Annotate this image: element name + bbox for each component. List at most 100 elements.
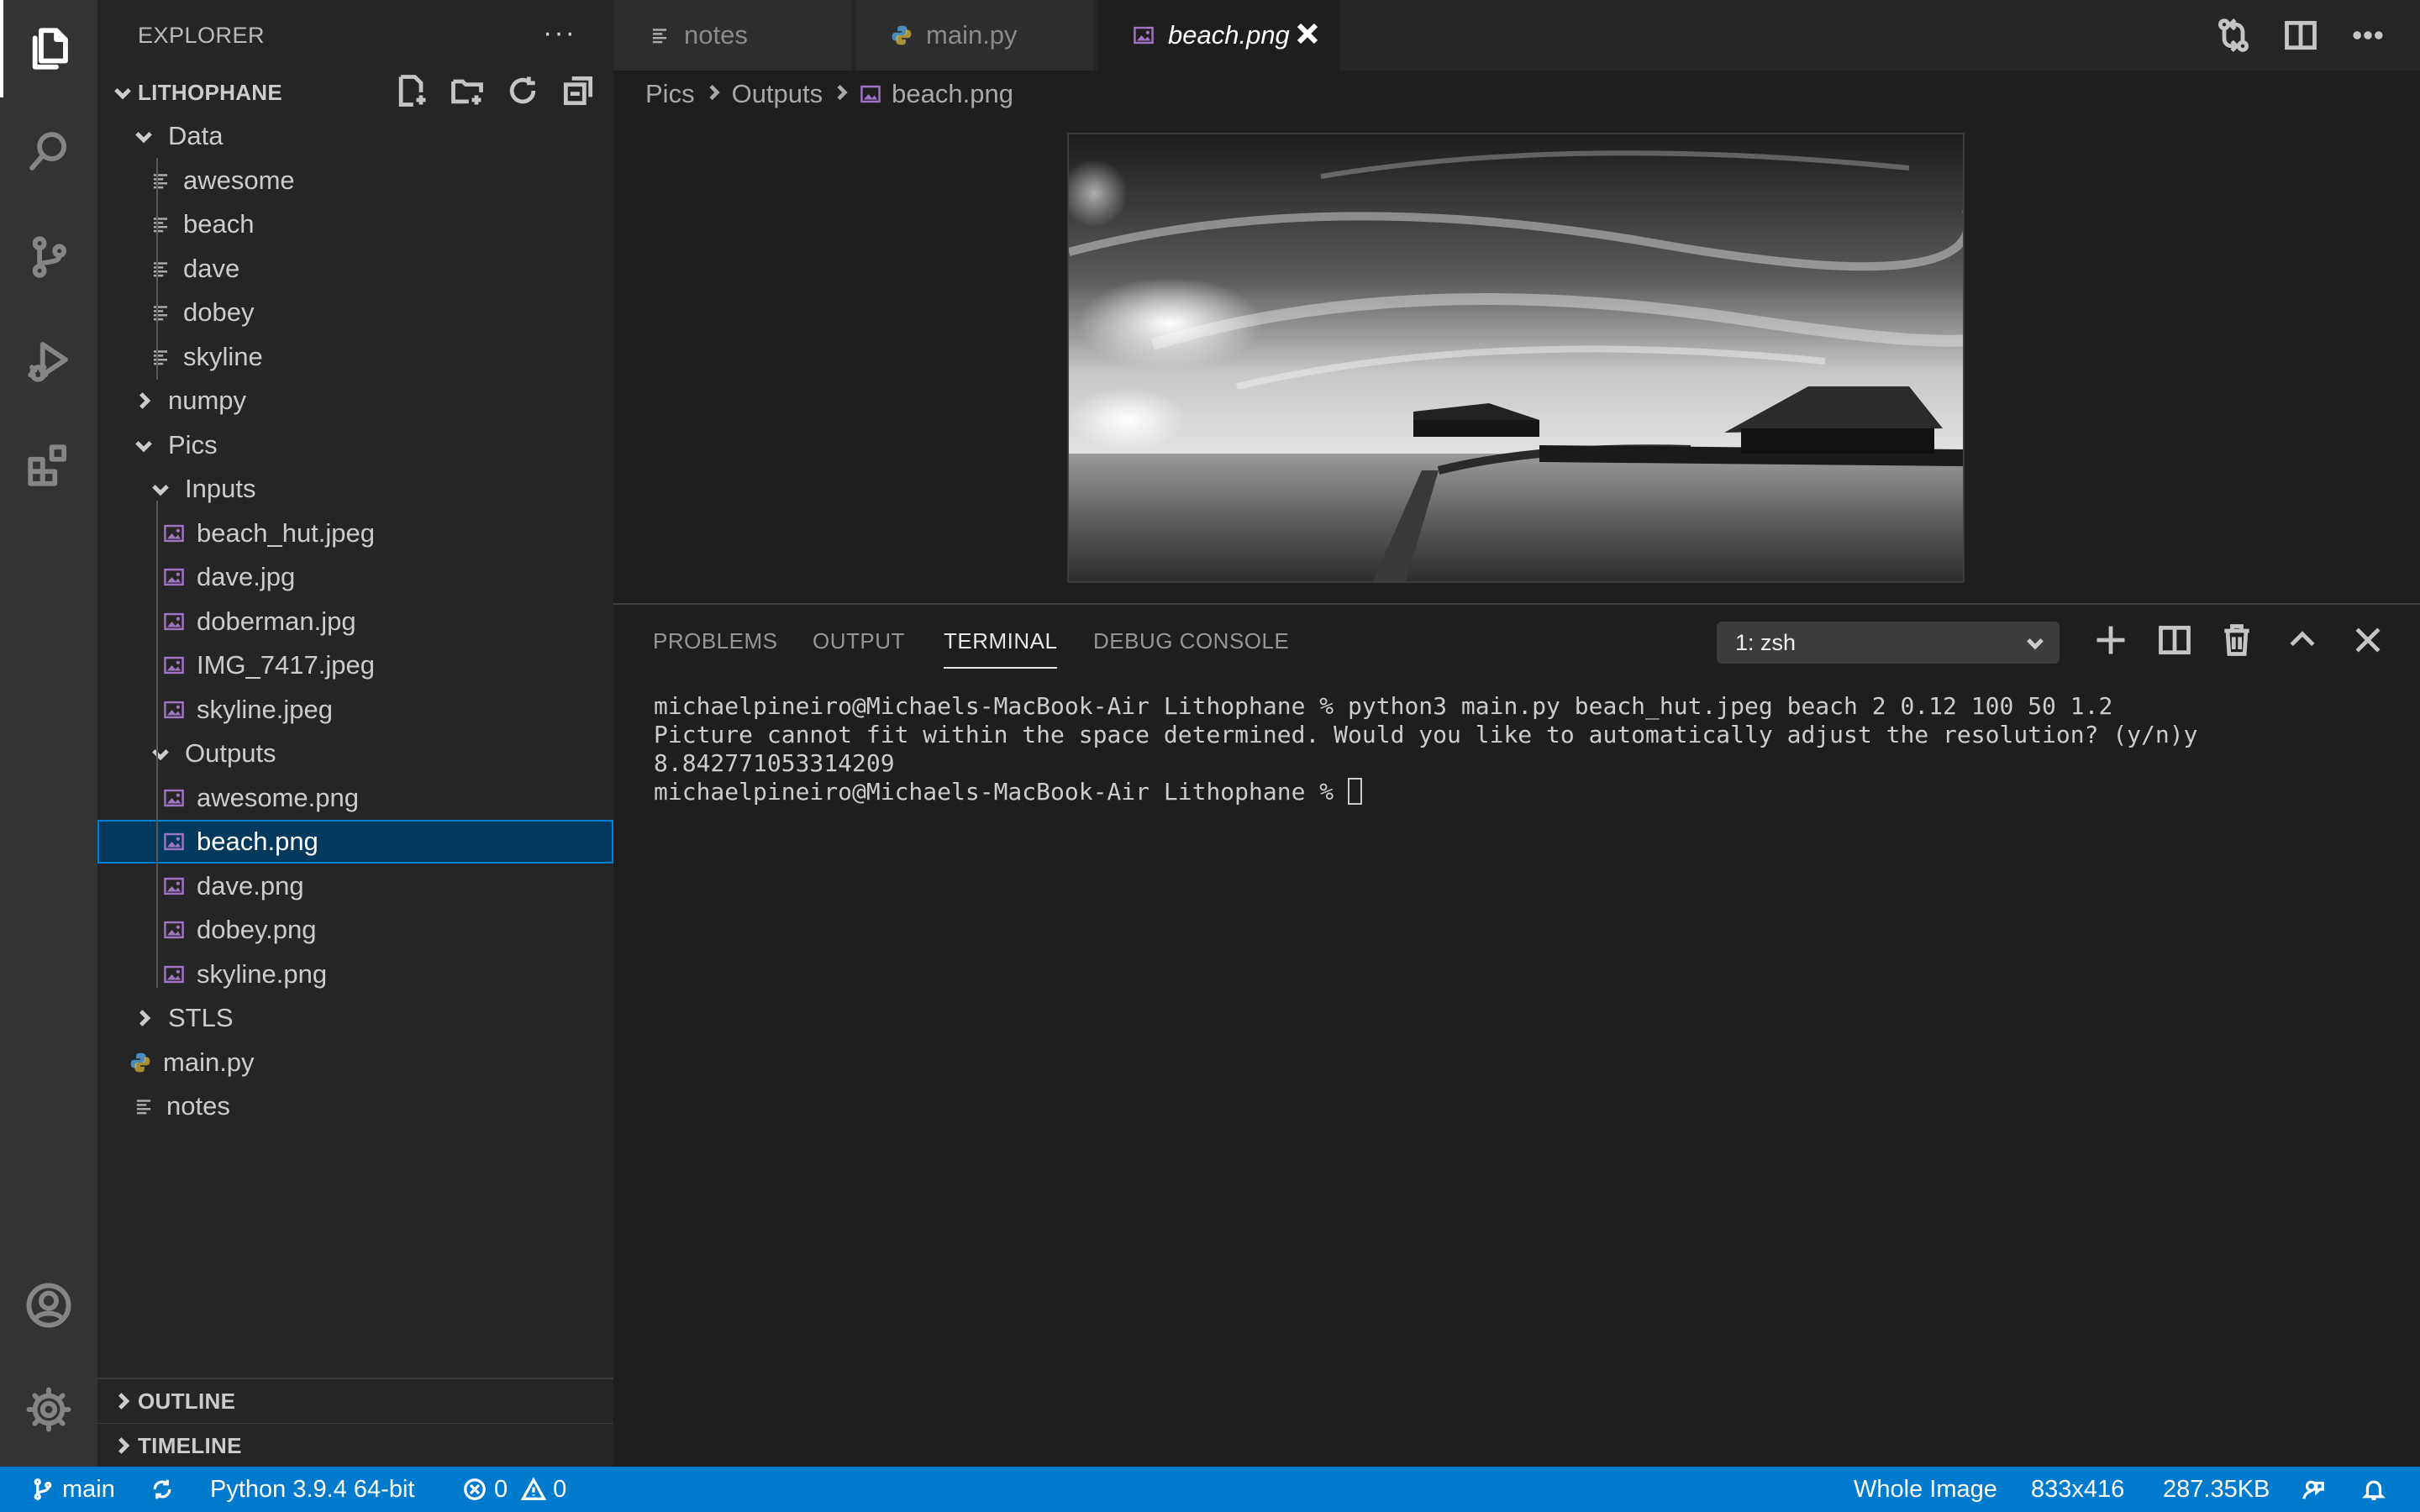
file-beach[interactable]: beach	[97, 202, 613, 246]
folder-pics[interactable]: Pics	[97, 423, 613, 467]
search-icon[interactable]	[0, 102, 97, 200]
timeline-section[interactable]: TIMELINE	[97, 1423, 613, 1467]
folder-data[interactable]: Data	[97, 114, 613, 158]
file-img-7417-jpeg[interactable]: IMG_7417.jpeg	[97, 643, 613, 687]
file-dave-png[interactable]: dave.png	[97, 864, 613, 908]
close-icon[interactable]	[1294, 20, 1321, 47]
feedback-button[interactable]	[2301, 1467, 2326, 1512]
tab-terminal[interactable]: TERMINAL	[944, 628, 1058, 669]
chevron-right-icon	[823, 79, 860, 109]
tab-beach-png[interactable]: beach.png	[1097, 0, 1341, 71]
feedback-icon	[2302, 1480, 2324, 1499]
file-dobey-png[interactable]: dobey.png	[97, 908, 613, 952]
tab-debug-console[interactable]: DEBUG CONSOLE	[1093, 628, 1289, 654]
tab-label: notes	[684, 20, 748, 50]
outline-section[interactable]: OUTLINE	[97, 1378, 613, 1423]
tree-item-label: Inputs	[185, 474, 256, 503]
python-icon	[128, 1050, 153, 1075]
folder-outputs[interactable]: Outputs	[97, 732, 613, 775]
explorer-icon[interactable]	[0, 0, 97, 97]
bell-icon	[2362, 1480, 2386, 1500]
file-main-py[interactable]: main.py	[97, 1041, 613, 1084]
image-file-icon	[161, 917, 187, 942]
file-dave-jpg[interactable]: dave.jpg	[97, 555, 613, 599]
chevron-right-icon	[131, 1005, 156, 1031]
tree-item-label: dave.jpg	[197, 562, 296, 591]
file-notes[interactable]: notes	[97, 1084, 613, 1128]
project-section-header[interactable]: LITHOPHANE	[97, 71, 613, 114]
zoom-indicator[interactable]: Whole Image	[1854, 1467, 1997, 1512]
file-dobey[interactable]: dobey	[97, 291, 613, 334]
terminal-output[interactable]: michaelpineiro@Michaels-MacBook-Air Lith…	[654, 692, 2197, 806]
breadcrumb-item[interactable]: beach.png	[892, 79, 1013, 109]
file-doberman-jpg[interactable]: doberman.jpg	[97, 600, 613, 643]
folder-stls[interactable]: STLS	[97, 996, 613, 1040]
more-actions-icon[interactable]: ···	[543, 17, 576, 50]
file-skyline[interactable]: skyline	[97, 335, 613, 379]
collapse-all-icon[interactable]	[560, 72, 597, 113]
tree-item-label: beach_hut.jpeg	[197, 517, 376, 548]
text-file-icon	[148, 168, 173, 193]
file-awesome[interactable]: awesome	[97, 159, 613, 202]
settings-gear-icon[interactable]	[0, 1361, 97, 1458]
chevron-right-icon	[97, 1435, 138, 1457]
folder-numpy[interactable]: numpy	[97, 379, 613, 423]
indent-guide	[156, 697, 158, 987]
branch-indicator[interactable]: main	[30, 1467, 115, 1512]
folder-inputs[interactable]: Inputs	[97, 467, 613, 511]
file-beach-png[interactable]: beach.png	[97, 820, 613, 864]
chevron-down-icon	[2027, 638, 2044, 650]
breadcrumb: Pics Outputs beach.png	[645, 71, 1013, 118]
file-beach-hut-jpeg[interactable]: beach_hut.jpeg	[97, 512, 613, 555]
new-terminal-icon[interactable]	[2092, 622, 2129, 659]
split-terminal-icon[interactable]	[2156, 622, 2193, 659]
tree-item-label: dobey	[183, 297, 255, 327]
image-file-icon	[161, 829, 187, 854]
new-file-icon[interactable]	[393, 72, 430, 113]
tree-item-label: Outputs	[185, 738, 276, 768]
file-dave[interactable]: dave	[97, 247, 613, 291]
tab-main-py[interactable]: main.py	[855, 0, 1096, 71]
project-name: LITHOPHANE	[138, 79, 282, 105]
tree-item-label: awesome.png	[197, 782, 360, 812]
chevron-up-icon[interactable]	[2284, 622, 2321, 659]
chevron-down-icon	[148, 741, 173, 766]
file-skyline-png[interactable]: skyline.png	[97, 953, 613, 996]
python-version: Python 3.9.4 64-bit	[210, 1475, 415, 1503]
extensions-icon[interactable]	[0, 417, 97, 514]
outline-label: OUTLINE	[138, 1388, 236, 1414]
split-editor-icon[interactable]	[2282, 17, 2319, 58]
error-icon	[464, 1478, 486, 1500]
close-panel-icon[interactable]	[2349, 622, 2386, 659]
source-control-icon[interactable]	[0, 208, 97, 306]
more-actions-icon[interactable]	[2349, 17, 2386, 58]
warning-icon	[521, 1477, 547, 1500]
refresh-icon[interactable]	[504, 72, 541, 113]
account-icon[interactable]	[0, 1257, 97, 1354]
sidebar-header: EXPLORER ···	[97, 0, 613, 71]
trash-icon[interactable]	[2218, 622, 2255, 659]
filesize-value: 287.35KB	[2163, 1475, 2270, 1503]
tab-problems[interactable]: PROBLEMS	[653, 628, 778, 654]
image-file-icon	[161, 521, 187, 546]
tab-output[interactable]: OUTPUT	[813, 628, 905, 654]
breadcrumb-item[interactable]: Outputs	[732, 79, 823, 109]
terminal-selector[interactable]: 1: zsh	[1717, 622, 2060, 664]
notifications-button[interactable]	[2361, 1467, 2386, 1512]
tab-notes[interactable]: notes	[613, 0, 854, 71]
tab-label: main.py	[926, 20, 1018, 50]
open-changes-icon[interactable]	[2215, 17, 2252, 58]
sync-button[interactable]	[150, 1467, 175, 1512]
run-debug-icon[interactable]	[0, 312, 97, 410]
python-interpreter[interactable]: Python 3.9.4 64-bit	[210, 1467, 414, 1512]
breadcrumb-item[interactable]: Pics	[645, 79, 695, 109]
timeline-label: TIMELINE	[138, 1432, 242, 1458]
image-preview[interactable]	[1067, 133, 1965, 583]
new-folder-icon[interactable]	[449, 72, 486, 113]
terminal-prompt-line: michaelpineiro@Michaels-MacBook-Air Lith…	[654, 778, 2197, 806]
problems-indicator[interactable]: 0 0	[462, 1467, 566, 1512]
file-awesome-png[interactable]: awesome.png	[97, 776, 613, 820]
tree-item-label: doberman.jpg	[197, 606, 356, 636]
text-file-icon	[647, 23, 672, 48]
file-skyline-jpeg[interactable]: skyline.jpeg	[97, 688, 613, 732]
